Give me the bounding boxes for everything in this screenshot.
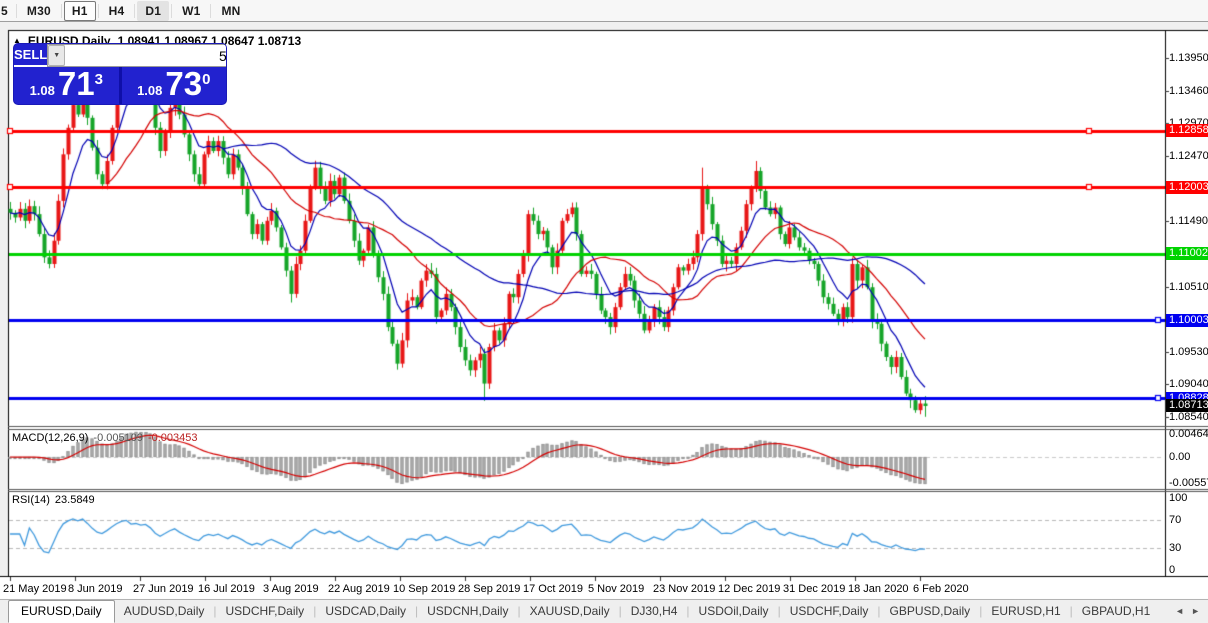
one-click-trade-panel: SELL ▼ ▲ BUY 1.08 71 3 1.08 73 0 [14, 44, 226, 105]
tab-gbpaud-h1[interactable]: GBPAUD,H1 [1073, 601, 1159, 622]
tab-audusd-daily[interactable]: AUDUSD,Daily [115, 601, 214, 622]
timeframe-button-h4[interactable]: H4 [101, 1, 133, 21]
rsi-name: RSI(14) [12, 494, 50, 506]
tab-dj30-h4[interactable]: DJ30,H4 [622, 601, 687, 622]
sell-button[interactable]: SELL [14, 44, 48, 67]
rsi-scale-label: 100 [1169, 492, 1188, 504]
rsi-scale-label: 70 [1169, 514, 1182, 526]
price-level-tag: 1.12003 [1166, 181, 1208, 194]
volume-input[interactable] [65, 45, 226, 66]
price-level-tag: 1.11002 [1166, 247, 1208, 260]
ask-price-integer: 1.08 [137, 83, 163, 98]
timeframe-toolbar: 5 M30 H1 H4 D1 W1 MN [0, 0, 1208, 22]
date-tick-label: 28 Sep 2019 [458, 583, 521, 595]
date-tick-label: 27 Jun 2019 [133, 583, 194, 595]
timeframe-button-h1[interactable]: H1 [63, 0, 96, 21]
date-tick-label: 22 Aug 2019 [328, 583, 390, 595]
rsi-scale-label: 0 [1169, 564, 1176, 576]
date-tick-label: 8 Jun 2019 [68, 583, 123, 595]
rsi-label: RSI(14) 23.5849 [12, 494, 95, 506]
date-tick-label: 16 Jul 2019 [198, 583, 255, 595]
price-level-tag: 1.12858 [1166, 124, 1208, 137]
price-tick-label: 1.08540 [1169, 411, 1208, 423]
macd-scale-label: 0.004643 [1169, 428, 1208, 440]
date-tick-label: 3 Aug 2019 [263, 583, 319, 595]
tab-eurusd-daily[interactable]: EURUSD,Daily [8, 600, 115, 623]
date-tick-label: 18 Jan 2020 [848, 583, 909, 595]
chart-tab-bar: EURUSD,Daily AUDUSD,Daily | USDCHF,Daily | US… [0, 599, 1208, 623]
tab-gbpusd-daily[interactable]: GBPUSD,Daily [881, 601, 980, 622]
macd-scale-label: 0.00 [1169, 451, 1191, 463]
date-tick-label: 31 Dec 2019 [783, 583, 846, 595]
price-tick-label: 1.09530 [1169, 346, 1208, 358]
bid-price-button[interactable]: 1.08 71 3 [14, 65, 119, 105]
tab-scroll-arrows: ◄ ► [1167, 606, 1208, 622]
current-price-tag: 1.08713 [1166, 399, 1208, 412]
tab-scroll-right[interactable]: ► [1191, 606, 1200, 616]
tab-usdcad-daily[interactable]: USDCAD,Daily [316, 601, 415, 622]
date-tick-label: 5 Nov 2019 [588, 583, 645, 595]
toolbar-separator [171, 3, 173, 18]
rsi-value: 23.5849 [54, 494, 95, 506]
ask-price-button[interactable]: 1.08 73 0 [121, 65, 226, 105]
bid-price-integer: 1.08 [29, 83, 55, 98]
tab-usdcnh-daily[interactable]: USDCNH,Daily [418, 601, 517, 622]
timeframe-button-d1[interactable]: D1 [137, 0, 170, 21]
timeframe-button-5[interactable]: 5 [0, 1, 14, 21]
price-tick-label: 1.10510 [1169, 281, 1208, 293]
macd-value-main: -0.005109 [93, 432, 143, 444]
tab-usdchf-daily[interactable]: USDCHF,Daily [781, 601, 878, 622]
date-tick-label: 17 Oct 2019 [523, 583, 583, 595]
rsi-scale-label: 30 [1169, 542, 1182, 554]
bid-price-point: 3 [94, 71, 103, 88]
date-tick-label: 12 Dec 2019 [718, 583, 781, 595]
tab-usdoil-daily[interactable]: USDOil,Daily [690, 601, 778, 622]
toolbar-separator [134, 3, 136, 18]
ask-price-point: 0 [202, 71, 211, 88]
price-tick-label: 1.09040 [1169, 378, 1208, 390]
date-tick-label: 6 Feb 2020 [913, 583, 969, 595]
toolbar-separator [97, 3, 99, 18]
volume-decrease-button[interactable]: ▼ [48, 45, 66, 66]
timeframe-button-m30[interactable]: M30 [19, 1, 59, 21]
date-tick-label: 23 Nov 2019 [653, 583, 716, 595]
price-level-tag: 1.10003 [1166, 314, 1208, 327]
toolbar-separator [210, 3, 212, 18]
date-tick-label: 10 Sep 2019 [393, 583, 456, 595]
price-tick-label: 1.12470 [1169, 150, 1208, 162]
ask-price-pips: 73 [165, 65, 203, 102]
macd-name: MACD(12,26,9) [12, 432, 89, 444]
toolbar-separator [15, 3, 17, 18]
price-tick-label: 1.13950 [1169, 52, 1208, 64]
tab-usdchf-daily[interactable]: USDCHF,Daily [217, 601, 314, 622]
price-tick-label: 1.13460 [1169, 85, 1208, 97]
macd-label: MACD(12,26,9) -0.005109 -0.003453 [12, 432, 198, 444]
tab-scroll-left[interactable]: ◄ [1175, 606, 1184, 616]
macd-scale-label: -0.005574 [1169, 477, 1208, 489]
date-tick-label: 21 May 2019 [3, 583, 67, 595]
timeframe-button-w1[interactable]: W1 [174, 1, 208, 21]
bid-price-pips: 71 [57, 65, 95, 102]
timeframe-button-mn[interactable]: MN [213, 1, 248, 21]
tab-eurusd-h1[interactable]: EURUSD,H1 [982, 601, 1069, 622]
tab-xauusd-daily[interactable]: XAUUSD,Daily [521, 601, 619, 622]
volume-box: ▼ ▲ [47, 44, 226, 67]
toolbar-separator [60, 3, 62, 18]
price-tick-label: 1.11490 [1169, 215, 1208, 227]
macd-value-signal: -0.003453 [147, 432, 198, 444]
